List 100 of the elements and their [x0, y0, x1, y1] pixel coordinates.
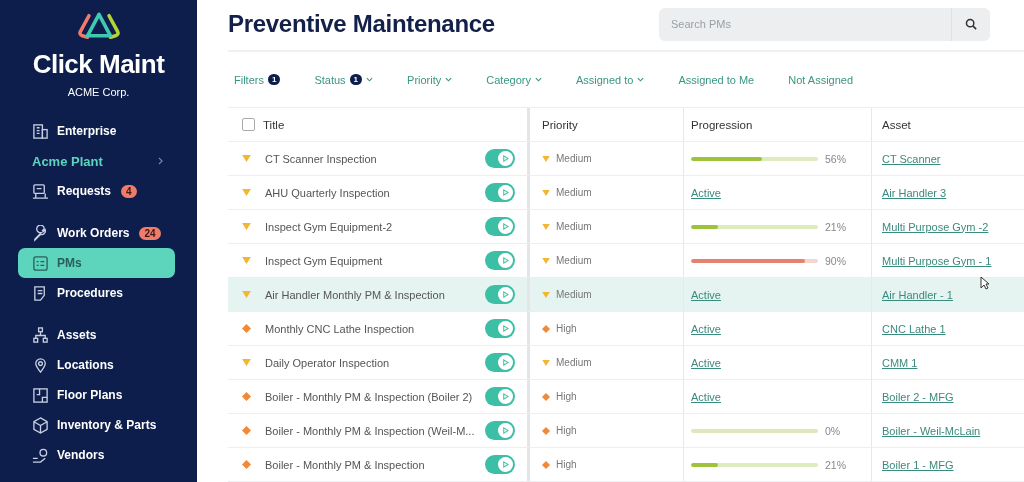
status-link[interactable]: Active [691, 390, 721, 403]
nav-item[interactable]: Floor Plans [18, 380, 175, 410]
nav-item[interactable]: Work Orders 24 [18, 218, 175, 248]
diamond-icon [542, 426, 550, 435]
brand-name: Click Maint [32, 49, 165, 80]
filter-button[interactable]: Priority [407, 73, 453, 86]
toggle-switch[interactable] [485, 285, 515, 304]
status-link[interactable]: Active [691, 288, 721, 301]
diamond-icon [542, 392, 550, 401]
priority-cell: Medium [556, 357, 592, 368]
search-field[interactable]: Search PMs [659, 7, 990, 41]
title-cell-text: Air Handler Monthly PM & Inspection [265, 288, 446, 301]
table-row[interactable]: Inspect Gym Equipment-2 Medium 21% Multi Purpose Gym -2 [228, 210, 1024, 244]
filter-button[interactable]: Filters 1 [234, 73, 281, 86]
asset-link[interactable]: CT Scanner [882, 152, 941, 165]
play-icon [502, 325, 509, 332]
select-all-checkbox[interactable] [242, 118, 255, 131]
filter-button[interactable]: Status 1 [314, 73, 374, 86]
table-row[interactable]: Boiler - Monthly PM & Inspection (Weil-M... High 0% Boiler - Weil-McLain [228, 414, 1024, 448]
toggle-switch[interactable] [485, 387, 515, 406]
table-row[interactable]: AHU Quarterly Inspection Medium Active Air Handler 3 [228, 176, 1024, 210]
play-icon [502, 427, 509, 434]
title-cell-text: Daily Operator Inspection [265, 356, 391, 369]
filter-button[interactable]: Assigned to Me [678, 73, 755, 86]
box-icon [32, 416, 49, 434]
caret-icon [637, 77, 645, 82]
floorplan-icon [32, 386, 49, 404]
title-cell-text: Boiler - Monthly PM & Inspection (Weil-M... [265, 424, 476, 437]
nav-item[interactable]: PMs [18, 248, 175, 278]
triangle-icon [542, 155, 550, 162]
priority-cell: Medium [556, 221, 592, 232]
table-row[interactable]: Boiler - Monthly PM & Inspection (Boiler 2) High Active Boiler 2 - MFG [228, 380, 1024, 414]
triangle-icon [542, 223, 550, 230]
table-row[interactable]: Daily Operator Inspection Medium Active CMM 1 [228, 346, 1024, 380]
progress-value: 21% [825, 220, 846, 233]
building-icon [32, 122, 49, 140]
column-header: Title [263, 118, 285, 131]
title-cell-text: Boiler - Monthly PM & Inspection [265, 458, 426, 471]
asset-link[interactable]: Air Handler - 1 [882, 288, 953, 301]
priority-cell: High [556, 391, 577, 402]
progress-value: 56% [825, 152, 846, 165]
page-title: Preventive Maintenance [228, 10, 495, 38]
asset-link[interactable]: CNC Lathe 1 [882, 322, 946, 335]
status-link[interactable]: Active [691, 356, 721, 369]
filter-button[interactable]: Assigned to [575, 73, 645, 86]
column-header: Priority [542, 118, 578, 131]
table-row[interactable]: CT Scanner Inspection Medium 56% CT Scanner [228, 142, 1024, 176]
nav-item[interactable]: Procedures [18, 278, 175, 308]
triangle-icon [542, 189, 550, 196]
asset-link[interactable]: CMM 1 [882, 356, 918, 369]
asset-link[interactable]: Multi Purpose Gym - 1 [882, 254, 992, 267]
asset-link[interactable]: Boiler 2 - MFG [882, 390, 954, 403]
asset-link[interactable]: Multi Purpose Gym -2 [882, 220, 989, 233]
plant-selector[interactable]: Acme Plant [18, 146, 175, 176]
table-row[interactable]: Air Handler Monthly PM & Inspection Medium Active Air Handler - 1 [228, 278, 1024, 312]
table-row[interactable]: Boiler - Monthly PM & Inspection High 21% Boiler 1 - MFG [228, 448, 1024, 482]
toggle-switch[interactable] [485, 319, 515, 338]
play-icon [502, 291, 509, 298]
chevron-right-icon [158, 157, 163, 165]
search-input[interactable]: Search PMs [659, 17, 951, 31]
toggle-switch[interactable] [485, 421, 515, 440]
toggle-switch[interactable] [485, 183, 515, 202]
toggle-switch[interactable] [485, 455, 515, 474]
diamond-icon [542, 460, 550, 469]
title-cell-text: Boiler - Monthly PM & Inspection (Boiler 2) [265, 390, 474, 403]
nav-item[interactable]: Assets [18, 320, 175, 350]
toggle-switch[interactable] [485, 353, 515, 372]
nav-item[interactable]: Locations [18, 350, 175, 380]
status-link[interactable]: Active [691, 322, 721, 335]
triangle-icon [542, 291, 550, 298]
caret-icon [445, 77, 453, 82]
asset-link[interactable]: Boiler 1 - MFG [882, 458, 954, 471]
count-badge: 1 [349, 74, 363, 85]
asset-link[interactable]: Air Handler 3 [882, 186, 947, 199]
toggle-switch[interactable] [485, 149, 515, 168]
search-icon [965, 18, 977, 30]
diamond-icon [542, 324, 550, 333]
toggle-switch[interactable] [485, 217, 515, 236]
triangle-icon [542, 359, 550, 366]
nav-item[interactable]: Enterprise [18, 116, 175, 146]
toggle-switch[interactable] [485, 251, 515, 270]
title-cell-text: Inspect Gym Equipment-2 [265, 220, 394, 233]
play-icon [502, 155, 509, 162]
filter-button[interactable]: Not Assigned [788, 73, 854, 86]
nav-item[interactable]: Vendors [18, 440, 175, 470]
count-badge: 1 [267, 74, 281, 85]
title-cell-text: AHU Quarterly Inspection [265, 186, 391, 199]
priority-cell: Medium [556, 255, 592, 266]
table-row[interactable]: Monthly CNC Lathe Inspection High Active CNC Lathe 1 [228, 312, 1024, 346]
nav-item[interactable]: Inventory & Parts [18, 410, 175, 440]
filter-button[interactable]: Category [486, 73, 542, 86]
nav-item[interactable]: Requests 4 [18, 176, 175, 206]
asset-link[interactable]: Boiler - Weil-McLain [882, 424, 981, 437]
company-name: ACME Corp. [67, 86, 130, 98]
mouse-cursor-icon [980, 276, 990, 290]
status-link[interactable]: Active [691, 186, 721, 199]
count-badge: 4 [121, 184, 137, 198]
caret-icon [366, 77, 374, 82]
play-icon [502, 223, 509, 230]
play-icon [502, 461, 509, 468]
